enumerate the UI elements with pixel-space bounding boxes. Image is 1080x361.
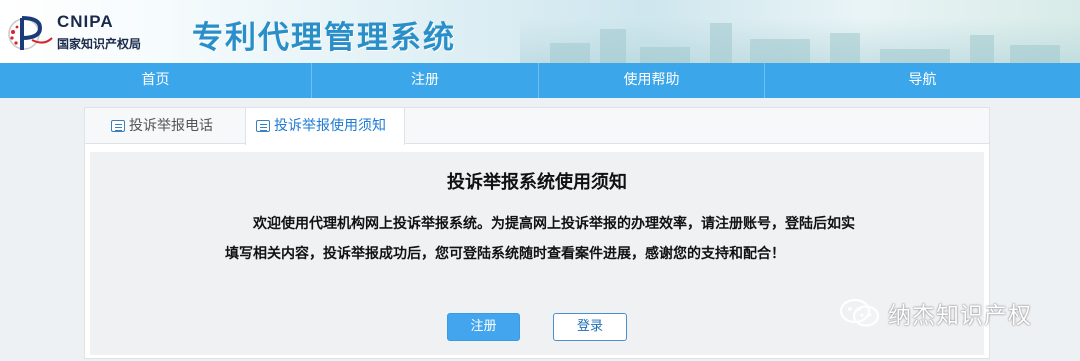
header-skyline — [520, 18, 1080, 63]
header-banner: CNIPA 国家知识产权局 专利代理管理系统 — [0, 0, 1080, 63]
list-icon — [256, 120, 270, 132]
login-button[interactable]: 登录 — [553, 313, 627, 341]
watermark: 纳杰知识产权 — [838, 295, 1032, 331]
tab-label: 投诉举报使用须知 — [274, 118, 386, 134]
watermark-text: 纳杰知识产权 — [888, 303, 1032, 329]
logo-chinese: 国家知识产权局 — [57, 37, 142, 51]
tab-label: 投诉举报电话 — [129, 118, 213, 134]
notice-body: 欢迎使用代理机构网上投诉举报系统。为提高网上投诉举报的办理效率，请注册账号，登陆… — [225, 216, 855, 262]
nav-help[interactable]: 使用帮助 — [539, 63, 765, 98]
nav-home[interactable]: 首页 — [0, 63, 312, 98]
wechat-icon — [839, 298, 880, 327]
list-icon — [111, 120, 125, 132]
main-nav: 首页 注册 使用帮助 导航 — [0, 63, 1080, 98]
notice-title: 投诉举报系统使用须知 — [447, 172, 627, 193]
tab-complaint-phone[interactable]: 投诉举报电话 — [101, 108, 241, 144]
logo-english: CNIPA — [57, 12, 114, 31]
system-title: 专利代理管理系统 — [192, 20, 456, 56]
tab-usage-notice[interactable]: 投诉举报使用须知 — [245, 108, 405, 145]
register-button[interactable]: 注册 — [447, 313, 520, 341]
cnipa-logo-icon — [8, 16, 53, 50]
nav-navigation[interactable]: 导航 — [765, 63, 1080, 98]
nav-register[interactable]: 注册 — [312, 63, 539, 98]
tab-bar: 投诉举报电话 投诉举报使用须知 — [85, 108, 989, 145]
